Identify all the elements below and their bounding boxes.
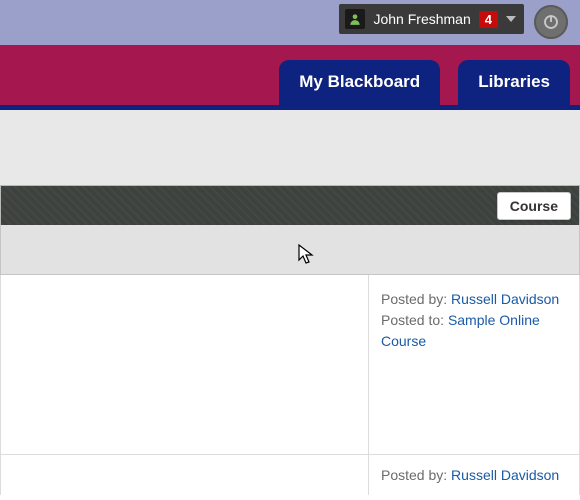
posted-to-label: Posted to: [381, 312, 444, 328]
posted-by-label: Posted by: [381, 291, 447, 307]
course-button[interactable]: Course [497, 192, 571, 220]
panel-toolbar: Course [0, 185, 580, 225]
tab-my-blackboard[interactable]: My Blackboard [279, 60, 440, 105]
avatar [345, 9, 365, 29]
user-name: John Freshman [373, 11, 470, 27]
nav-bar: My Blackboard Libraries [0, 45, 580, 110]
post-body [1, 275, 369, 454]
user-menu[interactable]: John Freshman 4 [339, 4, 524, 34]
top-bar: John Freshman 4 [0, 0, 580, 45]
posted-by-label: Posted by: [381, 467, 447, 483]
post-row: Posted by: Russell Davidson [0, 455, 580, 495]
sub-header [0, 110, 580, 185]
logout-button[interactable] [534, 5, 568, 39]
tab-libraries[interactable]: Libraries [458, 60, 570, 105]
notification-badge: 4 [479, 11, 498, 28]
panel-strip [0, 225, 580, 275]
post-row: Posted by: Russell Davidson Posted to: S… [0, 275, 580, 455]
chevron-down-icon [506, 16, 516, 22]
post-meta: Posted by: Russell Davidson Posted to: S… [369, 275, 579, 454]
post-author-link[interactable]: Russell Davidson [451, 291, 559, 307]
post-meta: Posted by: Russell Davidson [369, 455, 579, 495]
power-icon [542, 13, 560, 31]
post-body [1, 455, 369, 495]
post-author-link[interactable]: Russell Davidson [451, 467, 559, 483]
nav-tabs: My Blackboard Libraries [279, 60, 570, 105]
